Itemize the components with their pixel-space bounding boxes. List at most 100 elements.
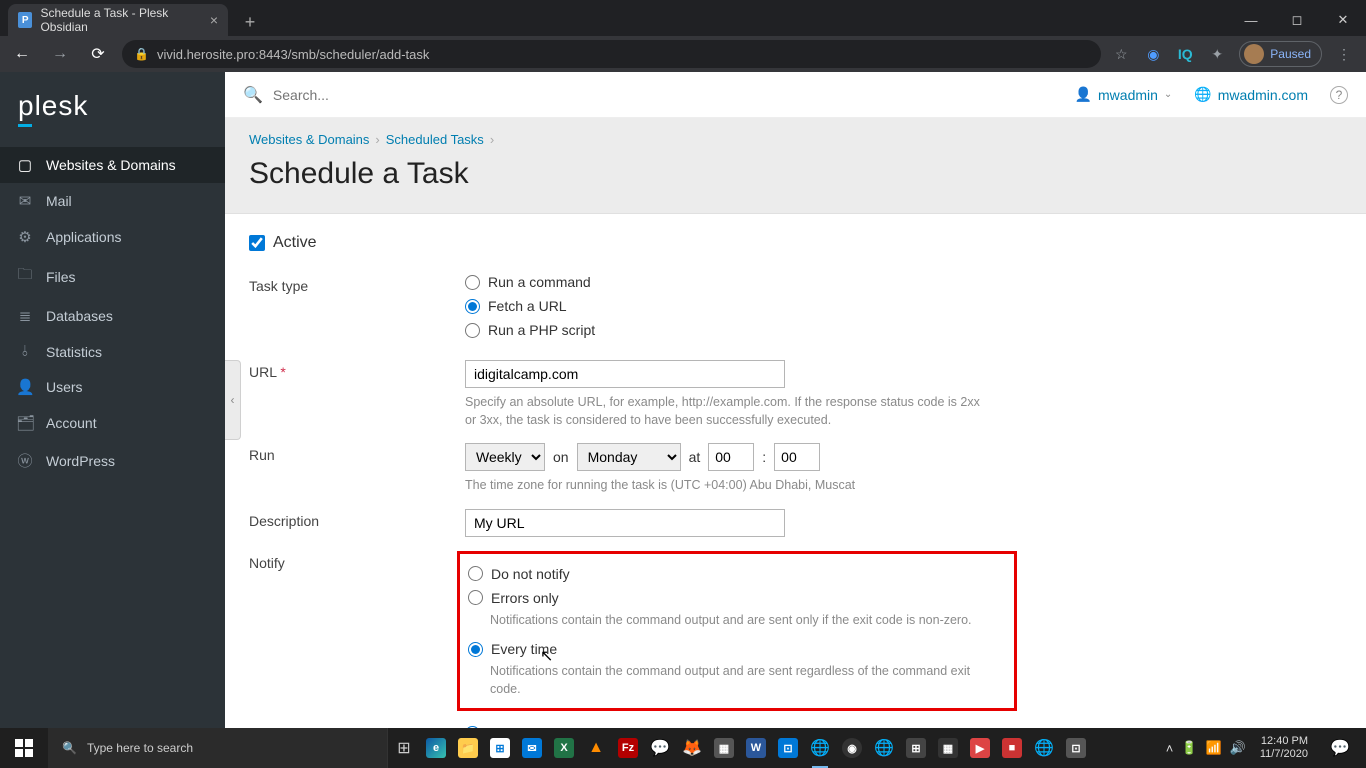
sidebar-item-websites[interactable]: ▢Websites & Domains [0,147,225,183]
task-view-button[interactable]: ⊞ [388,728,420,768]
app-filezilla[interactable]: Fz [612,728,644,768]
run-period-select[interactable]: Weekly [465,443,545,471]
tray-up-icon[interactable]: ˄ [1166,741,1174,756]
url-helper: Specify an absolute URL, for example, ht… [465,394,985,429]
maximize-button[interactable]: ◻ [1274,4,1320,36]
app-firefox[interactable]: 🦊 [676,728,708,768]
app-edge[interactable]: e [420,728,452,768]
app-word[interactable]: W [740,728,772,768]
active-label[interactable]: Active [273,234,317,252]
domain-link[interactable]: 🌐 mwadmin.com [1194,86,1308,103]
new-tab-button[interactable]: + [236,8,264,36]
radio-label[interactable]: Errors only [491,590,559,606]
user-menu[interactable]: 👤 mwadmin ⌄ [1075,86,1173,103]
app-chrome3[interactable]: 🌐 [1028,728,1060,768]
avatar-icon [1244,44,1264,64]
extensions-icon[interactable]: ✦ [1207,44,1227,64]
task-type-label: Task type [249,274,465,346]
browser-tab[interactable]: P Schedule a Task - Plesk Obsidian × [8,4,228,36]
app-excel[interactable]: X [548,728,580,768]
sidebar-collapse-handle[interactable]: ‹ [225,360,241,440]
radio-no-notify[interactable] [468,566,483,581]
ext-rec-icon[interactable]: ◉ [1143,44,1163,64]
description-input[interactable] [465,509,785,537]
app-generic2[interactable]: ⊡ [772,728,804,768]
radio-run-command[interactable] [465,275,480,290]
close-tab-icon[interactable]: × [210,12,218,28]
sidebar-item-statistics[interactable]: ⫰Statistics [0,334,225,369]
app-store[interactable]: ⊞ [484,728,516,768]
minimize-button[interactable]: ― [1228,4,1274,36]
app-generic3[interactable]: ⊞ [900,728,932,768]
radio-label[interactable]: Fetch a URL [488,298,567,314]
app-chrome-active[interactable]: 🌐 [804,728,836,768]
sidebar-item-account[interactable]: 🗂Account [0,405,225,441]
page-header: Websites & Domains › Scheduled Tasks › S… [225,118,1366,214]
tray-wifi-icon[interactable]: 📶 [1206,740,1222,756]
radio-label[interactable]: Run a command [488,274,591,290]
radio-label[interactable]: Do not notify [491,566,570,582]
sidebar-item-applications[interactable]: ⚙Applications [0,219,225,255]
run-hour-input[interactable] [708,443,754,471]
app-chat[interactable]: 💬 [644,728,676,768]
notify-label: Notify [249,551,465,712]
run-min-input[interactable] [774,443,820,471]
radio-every-time[interactable] [468,642,483,657]
active-checkbox[interactable] [249,235,265,251]
app-generic6[interactable]: ■ [996,728,1028,768]
app-explorer[interactable]: 📁 [452,728,484,768]
ext-iq-icon[interactable]: IQ [1175,44,1195,64]
app-chrome2[interactable]: 🌐 [868,728,900,768]
app-generic7[interactable]: ⊡ [1060,728,1092,768]
sidebar-item-wordpress[interactable]: ⓦWordPress [0,441,225,480]
close-window-button[interactable]: ✕ [1320,4,1366,36]
profile-paused[interactable]: Paused [1239,41,1322,67]
app-generic4[interactable]: ▦ [932,728,964,768]
radio-fetch-url[interactable] [465,299,480,314]
radio-run-php[interactable] [465,323,480,338]
breadcrumb-websites[interactable]: Websites & Domains [249,132,369,147]
sidebar-item-users[interactable]: 👤Users [0,369,225,405]
taskbar-search[interactable]: 🔍 Type here to search [48,728,388,768]
tray-battery-icon[interactable]: 🔋 [1181,740,1197,756]
app-vlc[interactable]: ▲ [580,728,612,768]
user-icon: 👤 [16,378,34,396]
time-sep: : [762,449,766,465]
notifications-button[interactable]: 💬 [1322,738,1358,758]
form-area: Active Task type Run a command Fetch a U… [225,214,1366,728]
app-generic5[interactable]: ▶ [964,728,996,768]
app-mail[interactable]: ✉ [516,728,548,768]
url-input[interactable] [465,360,785,388]
radio-label[interactable]: Every time [491,641,557,657]
reload-button[interactable]: ⟳ [84,40,112,68]
tray-sound-icon[interactable]: 🔊 [1230,740,1246,756]
radio-label[interactable]: Run a PHP script [488,322,595,338]
bookmark-icon[interactable]: ☆ [1111,44,1131,64]
help-icon[interactable]: ? [1330,86,1348,104]
search-icon: 🔍 [62,741,77,755]
back-button[interactable]: ← [8,40,36,68]
errors-helper: Notifications contain the command output… [460,612,980,630]
radio-errors-only[interactable] [468,590,483,605]
taskbar-clock[interactable]: 12:40 PM 11/7/2020 [1254,735,1314,761]
app-obs[interactable]: ◉ [836,728,868,768]
search-box[interactable]: 🔍 [243,85,1065,105]
menu-icon[interactable]: ⋮ [1334,44,1354,64]
breadcrumb-scheduled[interactable]: Scheduled Tasks [386,132,484,147]
omnibox[interactable]: 🔒 vivid.herosite.pro:8443/smb/scheduler/… [122,40,1101,68]
mail-icon: ✉ [16,192,34,210]
user-icon: 👤 [1075,86,1092,103]
breadcrumb: Websites & Domains › Scheduled Tasks › [249,132,1342,147]
clock-date: 11/7/2020 [1260,748,1308,761]
run-day-select[interactable]: Monday [577,443,681,471]
sidebar-item-databases[interactable]: ≣Databases [0,298,225,334]
app-generic1[interactable]: ▦ [708,728,740,768]
run-label: Run [249,443,465,495]
search-input[interactable] [273,87,573,103]
sidebar-item-label: Applications [46,229,122,245]
start-button[interactable] [0,728,48,768]
sidebar-item-files[interactable]: 🗀Files [0,255,225,298]
plesk-logo[interactable]: plesk [0,72,225,147]
sidebar-item-mail[interactable]: ✉Mail [0,183,225,219]
page: plesk ▢Websites & Domains ✉Mail ⚙Applica… [0,72,1366,728]
